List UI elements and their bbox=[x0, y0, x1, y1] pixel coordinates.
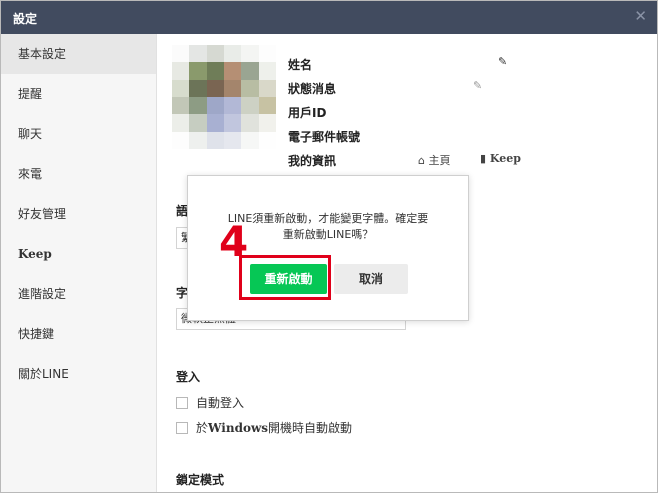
auto-start-checkbox[interactable] bbox=[176, 422, 188, 434]
auto-start-suffix: 開機時自動啟動 bbox=[268, 421, 353, 435]
home-link[interactable]: ⌂ 主頁 bbox=[418, 152, 450, 168]
auto-login-option[interactable]: 自動登入 bbox=[176, 394, 244, 411]
profile-email-label: 電子郵件帳號 bbox=[288, 130, 361, 144]
window-title: 設定 bbox=[13, 12, 38, 26]
sidebar-item-basic[interactable]: 基本設定 bbox=[1, 34, 156, 74]
profile-my-info-label: 我的資訊 bbox=[288, 154, 337, 168]
auto-login-checkbox[interactable] bbox=[176, 397, 188, 409]
close-icon[interactable]: ✕ bbox=[634, 7, 647, 25]
sidebar-item-notifications[interactable]: 提醒 bbox=[1, 74, 156, 114]
keep-link[interactable]: ▮ Keep bbox=[480, 152, 521, 165]
auto-login-label: 自動登入 bbox=[196, 396, 245, 410]
home-icon: ⌂ bbox=[418, 154, 425, 167]
sidebar-item-advanced[interactable]: 進階設定 bbox=[1, 274, 156, 314]
keep-link-label: Keep bbox=[489, 152, 521, 165]
edit-name-icon[interactable]: ✎ bbox=[498, 55, 507, 68]
avatar[interactable] bbox=[172, 45, 276, 149]
profile-status-label: 狀態消息 bbox=[288, 82, 337, 96]
auto-start-windows: Windows bbox=[208, 421, 269, 435]
sidebar-item-calls[interactable]: 來電 bbox=[1, 154, 156, 194]
sidebar-item-keep[interactable]: Keep bbox=[1, 234, 156, 274]
sidebar-item-friends[interactable]: 好友管理 bbox=[1, 194, 156, 234]
bookmark-icon: ▮ bbox=[480, 152, 487, 165]
step-number: 4 bbox=[219, 217, 249, 266]
step-highlight-box bbox=[239, 255, 331, 300]
sidebar-item-chat[interactable]: 聊天 bbox=[1, 114, 156, 154]
sidebar-item-shortcuts[interactable]: 快捷鍵 bbox=[1, 314, 156, 354]
profile-name-label: 姓名 bbox=[288, 58, 313, 72]
auto-start-prefix: 於 bbox=[196, 421, 209, 435]
settings-window: 設定 ✕ 基本設定 提醒 聊天 來電 好友管理 Keep 進階設定 快捷鍵 關於… bbox=[0, 0, 658, 493]
sidebar-item-about[interactable]: 關於LINE bbox=[1, 354, 156, 394]
profile-user-id-label: 用戶ID bbox=[288, 106, 327, 120]
auto-start-option[interactable]: 於Windows開機時自動啟動 bbox=[176, 419, 352, 436]
lock-section-title: 鎖定模式 bbox=[176, 473, 225, 487]
title-bar: 設定 ✕ bbox=[1, 1, 657, 34]
login-section-title: 登入 bbox=[176, 370, 201, 384]
sidebar: 基本設定 提醒 聊天 來電 好友管理 Keep 進階設定 快捷鍵 關於LINE bbox=[1, 34, 157, 492]
cancel-button[interactable]: 取消 bbox=[334, 264, 408, 294]
edit-status-icon[interactable]: ✎ bbox=[473, 79, 482, 92]
auto-start-label: 於Windows開機時自動啟動 bbox=[196, 421, 352, 435]
home-link-label: 主頁 bbox=[428, 154, 451, 167]
